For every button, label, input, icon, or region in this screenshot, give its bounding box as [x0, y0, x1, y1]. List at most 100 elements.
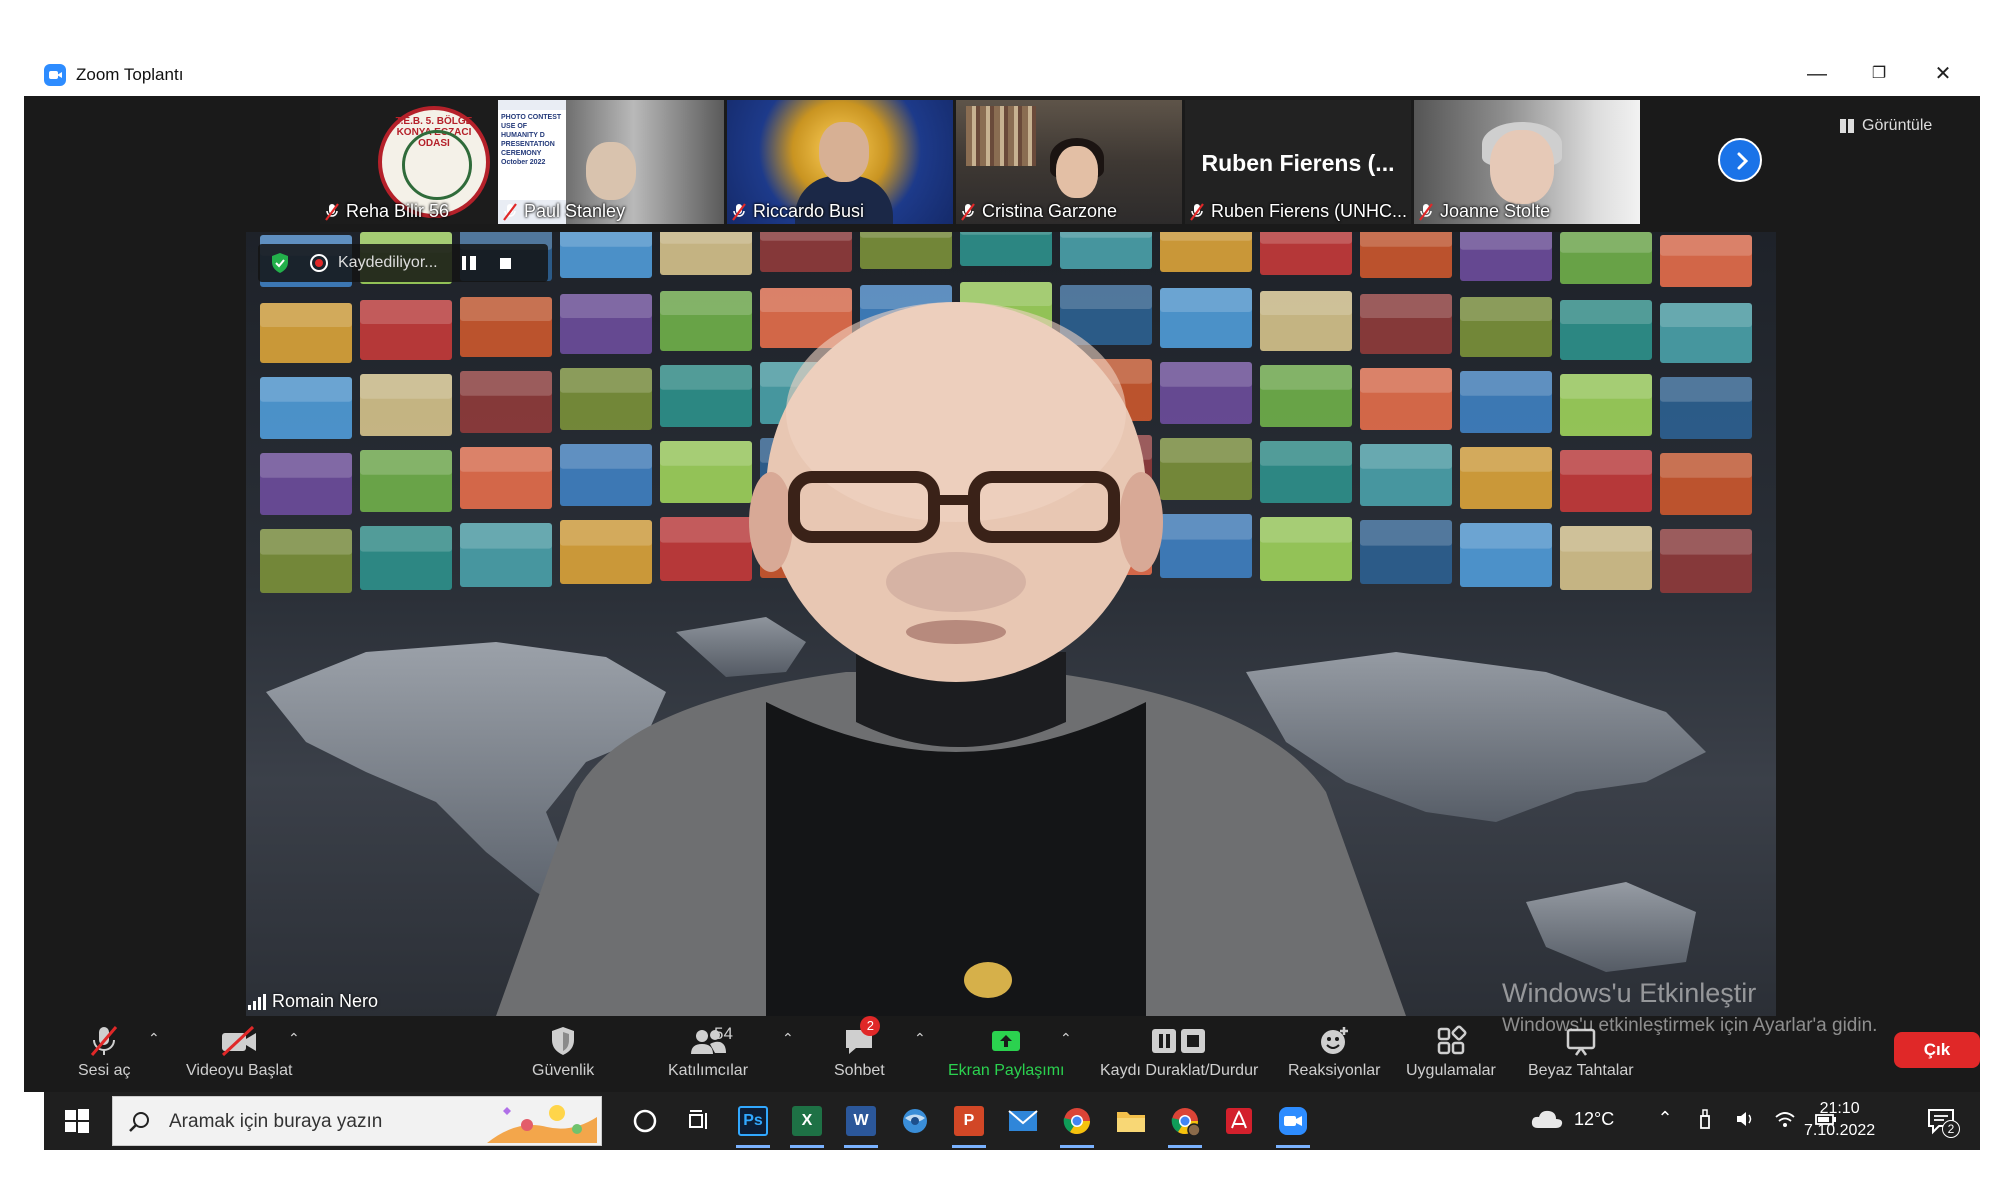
- participant-tile[interactable]: Joanne Stolte: [1414, 100, 1640, 224]
- participant-face: [1056, 146, 1098, 198]
- apps-button[interactable]: Uygulamalar: [1406, 1024, 1496, 1088]
- taskbar-clock[interactable]: 21:10 7.10.2022: [1804, 1098, 1875, 1142]
- leave-meeting-button[interactable]: Çık: [1894, 1032, 1980, 1068]
- view-button[interactable]: Görüntüle: [1840, 112, 1960, 140]
- pause-recording-icon[interactable]: [461, 256, 476, 270]
- active-speaker-video: Kaydediliyor... Romain Nero: [246, 232, 1776, 1016]
- signal-strength-icon: [248, 993, 266, 1010]
- chevron-right-icon: [1737, 152, 1749, 170]
- chrome-icon[interactable]: [1056, 1100, 1098, 1148]
- participants-options-caret[interactable]: ⌃: [782, 1030, 794, 1047]
- speaker-name-label: Romain Nero: [248, 991, 378, 1012]
- cortana-icon[interactable]: [624, 1100, 666, 1142]
- browser-icon[interactable]: [894, 1100, 936, 1142]
- logo-text: T.E.B. 5. BÖLGE KONYA ECZACI ODASI: [395, 116, 473, 149]
- mic-muted-icon: [1189, 202, 1205, 221]
- participant-display-name: Ruben Fierens (...: [1201, 150, 1395, 176]
- security-button[interactable]: Güvenlik: [532, 1024, 594, 1088]
- participant-name-label: Riccardo Busi: [731, 201, 864, 222]
- video-options-caret[interactable]: ⌃: [288, 1030, 300, 1047]
- whiteboard-button[interactable]: Beyaz Tahtalar: [1528, 1024, 1634, 1088]
- encryption-shield-icon: [272, 253, 288, 273]
- photoshop-icon[interactable]: Ps: [732, 1100, 774, 1148]
- acrobat-icon[interactable]: [1218, 1100, 1260, 1142]
- participant-name-label: Ruben Fierens (UNHC...: [1189, 201, 1407, 222]
- speaker-name: Romain Nero: [272, 991, 379, 1011]
- unmute-button[interactable]: Sesi aç: [78, 1024, 130, 1088]
- smiley-icon: [1321, 1027, 1349, 1054]
- zoom-icon[interactable]: [1272, 1100, 1314, 1148]
- gallery-next-button[interactable]: [1718, 138, 1762, 182]
- windows-start-icon[interactable]: [64, 1108, 90, 1134]
- view-button-label: Görüntüle: [1862, 117, 1933, 134]
- chat-unread-badge: 2: [860, 1016, 881, 1036]
- chat-button[interactable]: 2 Sohbet: [834, 1016, 885, 1088]
- file-explorer-icon[interactable]: [1110, 1100, 1152, 1142]
- pause-stop-recording-label: Kaydı Duraklat/Durdur: [1100, 1062, 1259, 1079]
- pause-stop-recording-button[interactable]: Kaydı Duraklat/Durdur: [1100, 1024, 1258, 1088]
- bookshelf: [966, 106, 1036, 166]
- security-label: Güvenlik: [532, 1062, 595, 1079]
- taskbar-search-box[interactable]: Aramak için buraya yazın: [112, 1096, 602, 1146]
- chat-label: Sohbet: [834, 1062, 885, 1079]
- window-title: Zoom Toplantı: [76, 65, 184, 84]
- apps-icon: [1437, 1025, 1467, 1055]
- participant-face: [586, 142, 636, 200]
- participant-tile[interactable]: Cristina Garzone: [956, 100, 1182, 224]
- search-placeholder: Aramak için buraya yazın: [169, 1111, 383, 1132]
- stop-recording-icon[interactable]: [499, 257, 511, 269]
- close-button[interactable]: ✕: [1926, 62, 1960, 86]
- cloud-icon: [1531, 1110, 1563, 1128]
- start-video-label: Videoyu Başlat: [186, 1062, 293, 1079]
- powerpoint-icon[interactable]: P: [948, 1100, 990, 1148]
- usb-device-icon[interactable]: [1694, 1108, 1716, 1132]
- apps-label: Uygulamalar: [1406, 1062, 1496, 1079]
- weather-widget[interactable]: 12°C: [1530, 1108, 1614, 1130]
- search-icon: [129, 1112, 149, 1132]
- participant-name-label: Cristina Garzone: [960, 201, 1117, 222]
- mic-off-icon: [91, 1026, 118, 1056]
- record-dot-icon: [310, 254, 328, 272]
- task-view-icon[interactable]: [678, 1100, 720, 1142]
- share-options-caret[interactable]: ⌃: [1060, 1030, 1072, 1047]
- reactions-button[interactable]: Reaksiyonlar: [1288, 1024, 1380, 1088]
- participants-label: Katılımcılar: [668, 1062, 749, 1079]
- share-screen-label: Ekran Paylaşımı: [948, 1062, 1065, 1079]
- participant-name-label: Paul Stanley: [502, 201, 625, 222]
- reactions-label: Reaksiyonlar: [1288, 1062, 1381, 1079]
- whiteboard-label: Beyaz Tahtalar: [1528, 1062, 1634, 1079]
- mic-muted-icon: [960, 202, 976, 221]
- speaker-volume-icon[interactable]: [1734, 1108, 1756, 1132]
- participant-face: [1490, 130, 1554, 204]
- participants-button[interactable]: 54 Katılımcılar: [668, 1024, 748, 1088]
- pause-stop-icon: [1152, 1029, 1206, 1053]
- participant-tile[interactable]: Ruben Fierens (... Ruben Fierens (UNHC..…: [1185, 100, 1411, 224]
- minimize-button[interactable]: —: [1800, 62, 1834, 86]
- windows-taskbar: Aramak için buraya yazın Ps X W P 12°C ⌃…: [44, 1092, 1980, 1150]
- start-video-button[interactable]: Videoyu Başlat: [186, 1024, 292, 1088]
- audio-options-caret[interactable]: ⌃: [148, 1030, 160, 1047]
- participant-tile[interactable]: Riccardo Busi: [727, 100, 953, 224]
- word-icon[interactable]: W: [840, 1100, 882, 1148]
- wifi-icon[interactable]: [1774, 1108, 1796, 1132]
- search-highlight-art: [487, 1105, 597, 1143]
- participant-count: 54: [714, 1024, 733, 1043]
- speaker-person: [496, 302, 1406, 1016]
- mail-icon[interactable]: [1002, 1100, 1044, 1142]
- notification-center-button[interactable]: 2: [1926, 1106, 1960, 1138]
- share-screen-button[interactable]: Ekran Paylaşımı: [948, 1024, 1064, 1088]
- video-off-icon: [222, 1025, 257, 1057]
- recording-indicator[interactable]: Kaydediliyor...: [258, 244, 548, 282]
- chrome-profile-icon[interactable]: [1164, 1100, 1206, 1148]
- excel-icon[interactable]: X: [786, 1100, 828, 1148]
- whiteboard-icon: [1566, 1028, 1596, 1056]
- clock-date: 7.10.2022: [1804, 1122, 1876, 1139]
- restore-button[interactable]: ❐: [1862, 62, 1896, 86]
- temperature: 12°C: [1574, 1108, 1615, 1129]
- participant-name-label: Joanne Stolte: [1418, 201, 1550, 222]
- chevron-up-icon[interactable]: ⌃: [1654, 1108, 1676, 1132]
- zoom-app-icon: [44, 64, 66, 86]
- participant-tile[interactable]: PHOTO CONTEST USE OF HUMANITY D PRESENTA…: [498, 100, 724, 224]
- chat-options-caret[interactable]: ⌃: [914, 1030, 926, 1047]
- meeting-toolbar: Sesi aç ⌃ Videoyu Başlat ⌃ Güvenlik 54 K…: [24, 1016, 1980, 1092]
